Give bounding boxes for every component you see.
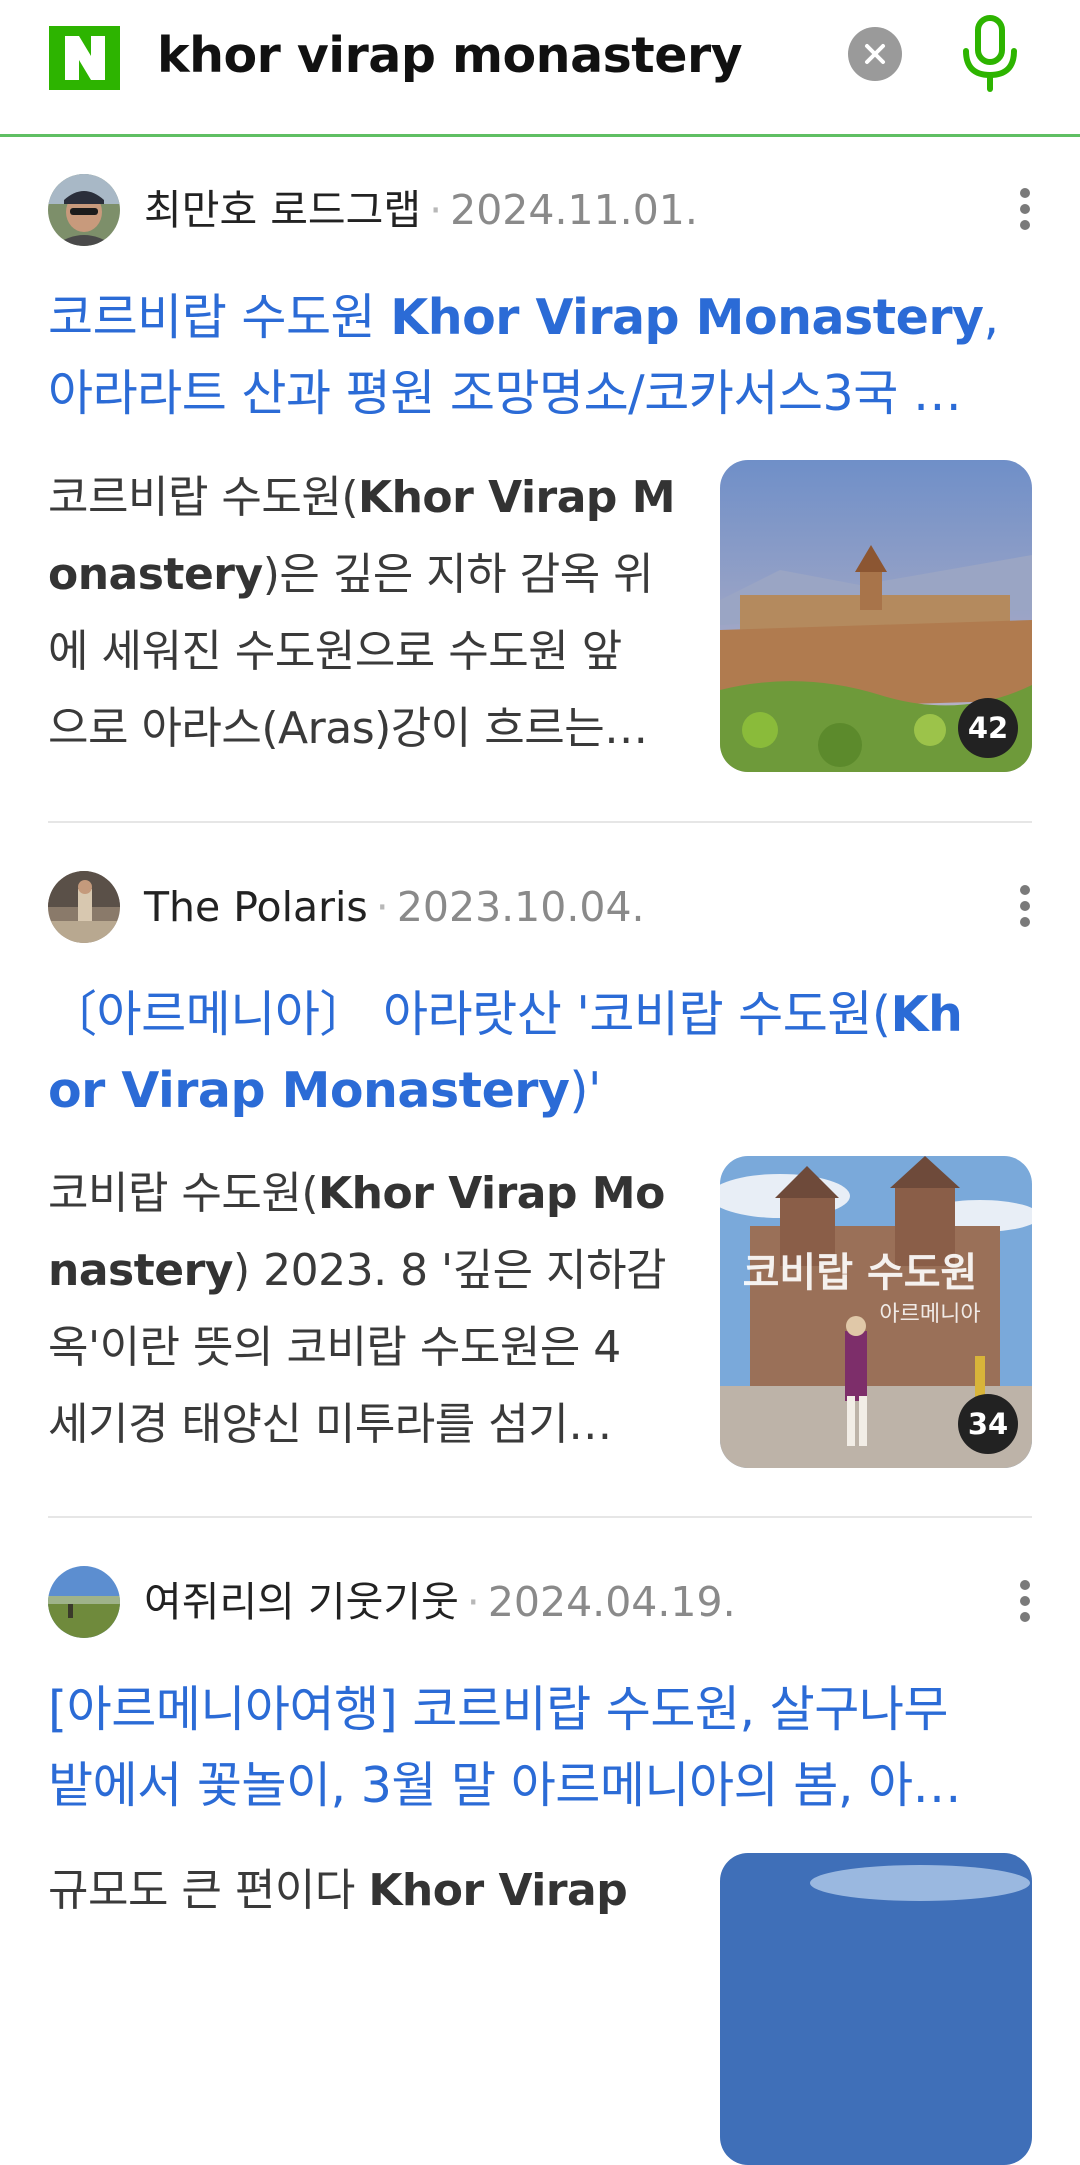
text-segment: 세기경 태양신 미투라를 섬기… <box>48 1399 612 1450</box>
result-thumbnail[interactable] <box>720 1853 1032 2165</box>
thumbnail-subcaption: 아르메니아 <box>879 1302 980 1327</box>
text-segment: 으로 아라스(Aras)강이 흐르는… <box>48 703 648 754</box>
avatar[interactable] <box>48 174 120 246</box>
text-segment: , <box>983 289 999 346</box>
result-thumbnail[interactable]: 코비랍 수도원 아르메니아 34 <box>720 1156 1032 1468</box>
more-icon[interactable] <box>1015 1580 1035 1628</box>
result-snippet: 코르비랍 수도원(Khor Virap Monastery)은 깊은 지하 감옥… <box>48 459 676 767</box>
text-line: 규모도 큰 편이다 Khor Virap <box>48 1852 676 1929</box>
highlighted-text: Khor Virap M <box>358 472 676 523</box>
text-segment: 코르비랍 수도원( <box>48 472 359 523</box>
text-segment: ) 2023. 8 '깊은 지하감 <box>232 1245 667 1296</box>
text-segment: )은 깊은 지하 감옥 위 <box>262 549 654 600</box>
author-name[interactable]: 최만호 로드그랩 <box>144 186 421 234</box>
result-title[interactable]: 코르비랍 수도원 Khor Virap Monastery, 아라라트 산과 평원… <box>48 280 1028 432</box>
author-name[interactable]: 여쥐리의 기웃기웃 <box>144 1578 459 1626</box>
naver-logo-icon[interactable] <box>49 26 120 90</box>
more-icon[interactable] <box>1015 885 1035 933</box>
highlighted-text: onastery <box>48 549 263 600</box>
highlighted-text: nastery <box>48 1245 233 1296</box>
text-line: 옥'이란 뜻의 코비랍 수도원은 4 <box>48 1309 676 1386</box>
separator: · <box>375 883 389 931</box>
text-line: 아라라트 산과 평원 조망명소/코카서스3국 … <box>48 356 1028 432</box>
highlighted-text: Khor Virap <box>368 1865 628 1916</box>
text-segment: 코르비랍 수도원 <box>48 289 391 346</box>
post-date: 2024.04.19. <box>487 1578 736 1626</box>
text-line: nastery) 2023. 8 '깊은 지하감 <box>48 1232 676 1309</box>
result-title[interactable]: 〔아르메니아〕 아라랏산 '코비랍 수도원(Kh or Virap Monaste… <box>48 977 1028 1129</box>
highlighted-text: Khor Virap Mo <box>318 1168 665 1219</box>
avatar[interactable] <box>48 1566 120 1638</box>
highlighted-text: Kh <box>890 986 963 1043</box>
search-input[interactable]: khor virap monastery <box>157 24 743 88</box>
text-segment: 옥'이란 뜻의 코비랍 수도원은 4 <box>48 1322 621 1373</box>
result-author-row: 최만호 로드그랩 · 2024.11.01. <box>48 174 1048 246</box>
text-line: 으로 아라스(Aras)강이 흐르는… <box>48 690 676 767</box>
text-segment: [아르메니아여행] 코르비랍 수도원, 살구나무 <box>48 1681 948 1738</box>
more-icon[interactable] <box>1015 188 1035 236</box>
divider <box>48 1516 1032 1518</box>
text-line: 세기경 태양신 미투라를 섬기… <box>48 1386 676 1463</box>
highlighted-text: or Virap Monastery <box>48 1062 570 1119</box>
thumbnail-caption: 코비랍 수도원 <box>743 1250 978 1296</box>
search-bar: khor virap monastery <box>0 0 1080 137</box>
text-line: 에 세워진 수도원으로 수도원 앞 <box>48 613 676 690</box>
divider <box>48 821 1032 823</box>
text-segment: 아라라트 산과 평원 조망명소/코카서스3국 … <box>48 365 962 422</box>
text-line: 코르비랍 수도원 Khor Virap Monastery, <box>48 280 1028 356</box>
text-line: or Virap Monastery)' <box>48 1053 1028 1129</box>
text-line: [아르메니아여행] 코르비랍 수도원, 살구나무 <box>48 1672 1028 1748</box>
text-line: 〔아르메니아〕 아라랏산 '코비랍 수도원(Kh <box>48 977 1028 1053</box>
image-count-badge: 42 <box>958 698 1018 758</box>
result-snippet: 규모도 큰 편이다 Khor Virap <box>48 1852 676 1929</box>
separator: · <box>466 1578 480 1626</box>
mic-icon[interactable] <box>955 15 1025 95</box>
result-author-row: 여쥐리의 기웃기웃 · 2024.04.19. <box>48 1566 1048 1638</box>
highlighted-text: Khor Virap Monastery <box>390 289 984 346</box>
image-count-badge: 34 <box>958 1394 1018 1454</box>
text-line: 밭에서 꽃놀이, 3월 말 아르메니아의 봄, 아… <box>48 1748 1028 1824</box>
post-date: 2024.11.01. <box>450 186 698 234</box>
text-line: onastery)은 깊은 지하 감옥 위 <box>48 536 676 613</box>
result-thumbnail[interactable]: 42 <box>720 460 1032 772</box>
result-snippet: 코비랍 수도원(Khor Virap Mo nastery) 2023. 8 '깊… <box>48 1155 676 1463</box>
post-date: 2023.10.04. <box>396 883 645 931</box>
text-line: 코비랍 수도원(Khor Virap Mo <box>48 1155 676 1232</box>
clear-icon[interactable] <box>848 27 902 81</box>
separator: · <box>429 186 443 234</box>
result-title[interactable]: [아르메니아여행] 코르비랍 수도원, 살구나무밭에서 꽃놀이, 3월 말 아르… <box>48 1672 1028 1824</box>
text-segment: 코비랍 수도원( <box>48 1168 319 1219</box>
text-segment: 규모도 큰 편이다 <box>48 1865 369 1916</box>
text-line: 코르비랍 수도원(Khor Virap M <box>48 459 676 536</box>
text-segment: 〔아르메니아〕 아라랏산 '코비랍 수도원( <box>48 986 891 1043</box>
text-segment: )' <box>569 1062 602 1119</box>
text-segment: 에 세워진 수도원으로 수도원 앞 <box>48 626 622 677</box>
text-segment: 밭에서 꽃놀이, 3월 말 아르메니아의 봄, 아… <box>48 1757 962 1814</box>
author-name[interactable]: The Polaris <box>144 883 368 931</box>
avatar[interactable] <box>48 871 120 943</box>
result-author-row: The Polaris · 2023.10.04. <box>48 871 1048 943</box>
